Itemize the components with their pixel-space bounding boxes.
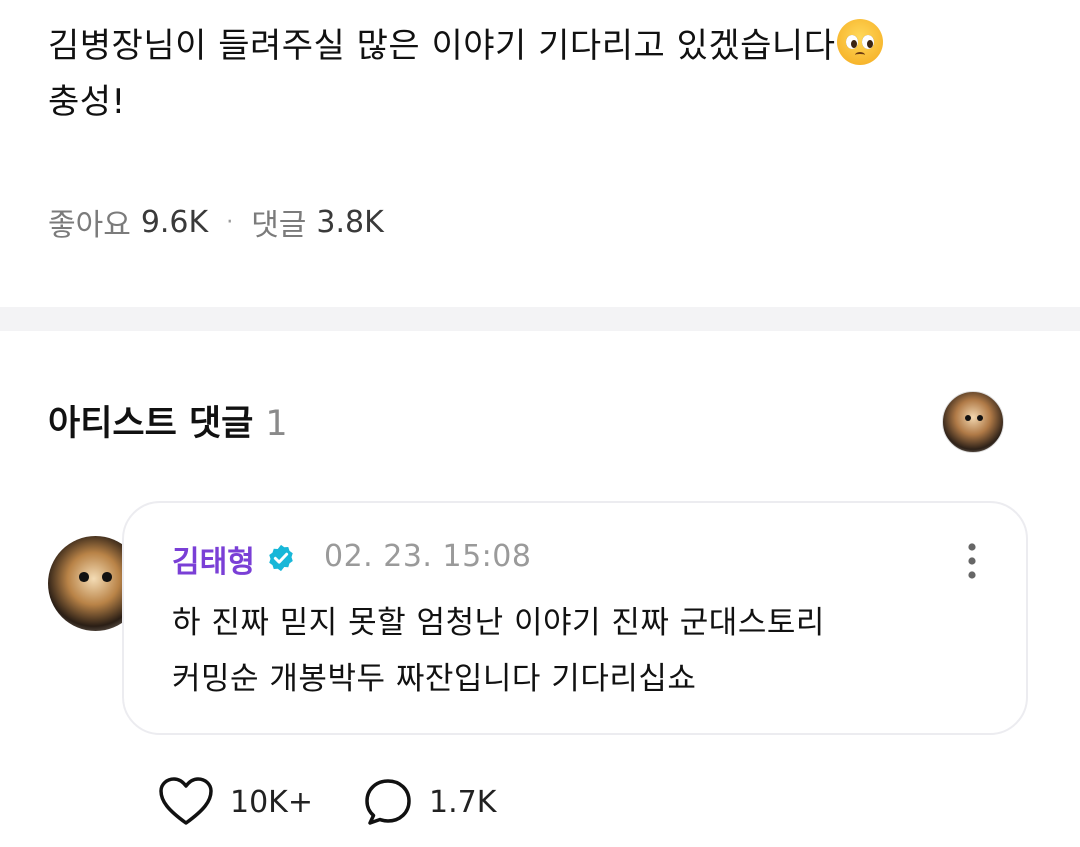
comment-text: 하 진짜 믿지 못할 엄청난 이야기 진짜 군대스토리 커밍순 개봉박두 짜잔입… — [172, 595, 825, 707]
comments-label[interactable]: 댓글 — [251, 200, 306, 244]
pleading-face-emoji-icon — [837, 19, 884, 65]
comments-count[interactable]: 3.8K — [316, 205, 383, 240]
comment-timestamp: 02. 23. 15:08 — [324, 539, 532, 574]
section-divider — [0, 307, 1080, 331]
like-button[interactable]: 10K+ — [158, 776, 313, 828]
comment-bubble-icon — [365, 779, 411, 825]
post-text-line-2: 충성! — [48, 82, 126, 122]
likes-label: 좋아요 — [48, 208, 131, 243]
comment-actions: 10K+ 1.7K — [158, 776, 496, 828]
like-count: 10K+ — [230, 784, 313, 820]
post-stats: 좋아요 9.6K · 댓글 3.8K — [48, 200, 384, 244]
post-text-line-1: 김병장님이 들려주실 많은 이야기 기다리고 있겠습니다 — [48, 18, 1038, 74]
artist-comments-count: 1 — [265, 404, 288, 444]
comment-text-line-1: 하 진짜 믿지 못할 엄청난 이야기 진짜 군대스토리 — [172, 605, 825, 641]
more-vertical-icon[interactable] — [962, 541, 982, 581]
stats-separator: · — [226, 209, 234, 235]
reply-count: 1.7K — [428, 784, 497, 820]
artist-comments-title: 아티스트 댓글 1 — [48, 404, 288, 444]
likes-count: 9.6K — [140, 204, 209, 240]
post-body: 김병장님이 들려주실 많은 이야기 기다리고 있겠습니다 충성! — [48, 18, 1038, 130]
comment-text-line-2: 커밍순 개봉박두 짜잔입니다 기다리십쇼 — [172, 661, 697, 697]
verified-badge-icon — [269, 544, 293, 572]
reply-button[interactable]: 1.7K — [363, 777, 496, 827]
comment-author-name[interactable]: 김태형 — [172, 537, 255, 581]
artist-avatar-small[interactable] — [942, 391, 1004, 453]
heart-outline-icon — [159, 777, 213, 825]
comment-card[interactable]: 김태형 02. 23. 15:08 하 진짜 믿지 못할 엄청난 이야기 진짜 … — [122, 501, 1028, 735]
